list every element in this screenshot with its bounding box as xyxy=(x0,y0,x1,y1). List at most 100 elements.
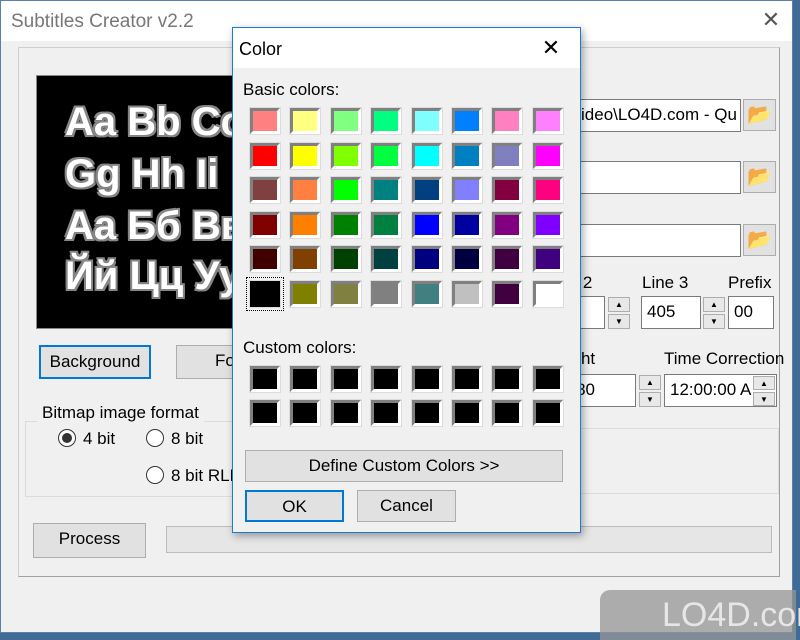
custom-color-swatch[interactable] xyxy=(492,400,523,426)
radio-4bit[interactable] xyxy=(58,429,76,447)
line2-spinner[interactable]: ▲ ▼ xyxy=(608,297,630,329)
height-spinner[interactable]: ▲ ▼ xyxy=(639,375,661,407)
background-button[interactable]: Background xyxy=(39,345,151,379)
basic-color-swatch[interactable] xyxy=(492,246,523,273)
custom-color-swatch[interactable] xyxy=(371,400,402,426)
basic-color-swatch[interactable] xyxy=(250,108,280,134)
preview-line: Йй Цц Уу xyxy=(65,254,236,298)
line3-spinner[interactable]: ▲ ▼ xyxy=(703,297,725,329)
basic-color-swatch[interactable] xyxy=(411,177,442,204)
radio-8bit-rle[interactable] xyxy=(146,466,164,484)
basic-color-swatch[interactable] xyxy=(532,177,563,204)
define-custom-colors-button[interactable]: Define Custom Colors >> xyxy=(245,450,563,482)
basic-color-swatch[interactable] xyxy=(330,177,361,204)
custom-color-swatch[interactable] xyxy=(290,400,321,426)
basic-color-swatch[interactable] xyxy=(452,108,482,134)
browse-folder-icon[interactable]: 📂 xyxy=(743,99,776,131)
custom-color-swatch[interactable] xyxy=(411,400,442,426)
custom-color-swatch[interactable] xyxy=(492,366,523,392)
basic-color-swatch[interactable] xyxy=(290,246,321,273)
basic-color-swatch[interactable] xyxy=(532,142,563,169)
basic-color-swatch[interactable] xyxy=(330,281,361,307)
custom-color-swatch[interactable] xyxy=(330,366,361,392)
line3-label: Line 3 xyxy=(642,273,689,292)
custom-color-swatch[interactable] xyxy=(250,400,280,426)
basic-color-swatch[interactable] xyxy=(330,108,361,134)
options-group xyxy=(571,428,779,494)
prefix-input[interactable]: 00 xyxy=(728,296,774,329)
basic-color-swatch[interactable] xyxy=(330,142,361,169)
dialog-title-bar: Color ✕ xyxy=(233,28,580,68)
custom-color-swatch[interactable] xyxy=(290,366,321,392)
basic-color-swatch[interactable] xyxy=(250,246,280,273)
custom-color-swatch[interactable] xyxy=(532,366,563,392)
cancel-button[interactable]: Cancel xyxy=(357,490,456,522)
custom-color-swatch[interactable] xyxy=(452,400,482,426)
basic-colors-label: Basic colors: xyxy=(243,80,340,99)
basic-color-swatch[interactable] xyxy=(532,246,563,273)
custom-color-swatch[interactable] xyxy=(532,400,563,426)
basic-color-swatch[interactable] xyxy=(492,142,523,169)
custom-color-swatch[interactable] xyxy=(330,400,361,426)
basic-color-swatch[interactable] xyxy=(330,211,361,238)
browse-folder-icon[interactable]: 📂 xyxy=(743,161,776,193)
preview-line: Gg Hh Ii xyxy=(65,152,219,196)
basic-color-swatch[interactable] xyxy=(246,277,284,311)
basic-color-swatch[interactable] xyxy=(532,211,563,238)
process-button[interactable]: Process xyxy=(33,523,146,558)
close-icon[interactable]: ✕ xyxy=(758,7,784,33)
basic-color-swatch[interactable] xyxy=(411,281,442,307)
basic-color-swatch[interactable] xyxy=(452,211,482,238)
basic-color-swatch[interactable] xyxy=(492,211,523,238)
basic-color-swatch[interactable] xyxy=(452,142,482,169)
basic-color-swatch[interactable] xyxy=(290,108,321,134)
basic-color-swatch[interactable] xyxy=(492,177,523,204)
basic-color-swatch[interactable] xyxy=(371,281,402,307)
radio-8bit-rle-label[interactable]: 8 bit RLE xyxy=(171,466,241,486)
basic-color-swatch[interactable] xyxy=(290,281,321,307)
basic-color-swatch[interactable] xyxy=(452,281,482,307)
basic-color-swatch[interactable] xyxy=(371,246,402,273)
custom-colors-label: Custom colors: xyxy=(243,338,357,357)
basic-color-swatch[interactable] xyxy=(250,142,280,169)
basic-color-swatch[interactable] xyxy=(290,142,321,169)
basic-color-swatch[interactable] xyxy=(532,281,563,307)
basic-color-swatch[interactable] xyxy=(250,177,280,204)
basic-color-swatch[interactable] xyxy=(330,246,361,273)
close-icon[interactable]: ✕ xyxy=(538,35,564,61)
basic-color-swatch[interactable] xyxy=(452,177,482,204)
ok-button[interactable]: OK xyxy=(245,490,344,522)
basic-color-swatch[interactable] xyxy=(371,177,402,204)
basic-color-swatch[interactable] xyxy=(492,108,523,134)
watermark-logo: LO4D.com xyxy=(600,590,800,640)
custom-color-swatch[interactable] xyxy=(452,366,482,392)
preview-line: Aa Бб Вв xyxy=(65,204,236,248)
path-input-3[interactable] xyxy=(561,224,741,257)
custom-color-swatch[interactable] xyxy=(371,366,402,392)
radio-8bit[interactable] xyxy=(146,429,164,447)
path-input-2[interactable] xyxy=(561,161,741,194)
color-dialog: Color ✕ Basic colors: Custom colors: Def… xyxy=(232,27,581,533)
browse-folder-icon[interactable]: 📂 xyxy=(743,224,776,256)
basic-color-swatch[interactable] xyxy=(452,246,482,273)
custom-color-swatch[interactable] xyxy=(250,366,280,392)
time-correction-spinner[interactable]: ▲ ▼ xyxy=(753,376,775,406)
basic-color-swatch[interactable] xyxy=(371,211,402,238)
basic-color-swatch[interactable] xyxy=(411,211,442,238)
radio-4bit-label[interactable]: 4 bit xyxy=(83,429,115,449)
time-correction-label: Time Correction xyxy=(664,349,785,368)
basic-color-swatch[interactable] xyxy=(371,108,402,134)
basic-color-swatch[interactable] xyxy=(250,211,280,238)
basic-color-swatch[interactable] xyxy=(290,177,321,204)
radio-8bit-label[interactable]: 8 bit xyxy=(171,429,203,449)
basic-color-swatch[interactable] xyxy=(371,142,402,169)
basic-color-swatch[interactable] xyxy=(411,108,442,134)
line3-input[interactable]: 405 xyxy=(641,296,701,329)
video-path-input[interactable]: Video\LO4D.com - Qu xyxy=(561,99,741,132)
basic-color-swatch[interactable] xyxy=(411,246,442,273)
basic-color-swatch[interactable] xyxy=(532,108,563,134)
basic-color-swatch[interactable] xyxy=(492,281,523,307)
basic-color-swatch[interactable] xyxy=(411,142,442,169)
basic-color-swatch[interactable] xyxy=(290,211,321,238)
custom-color-swatch[interactable] xyxy=(411,366,442,392)
